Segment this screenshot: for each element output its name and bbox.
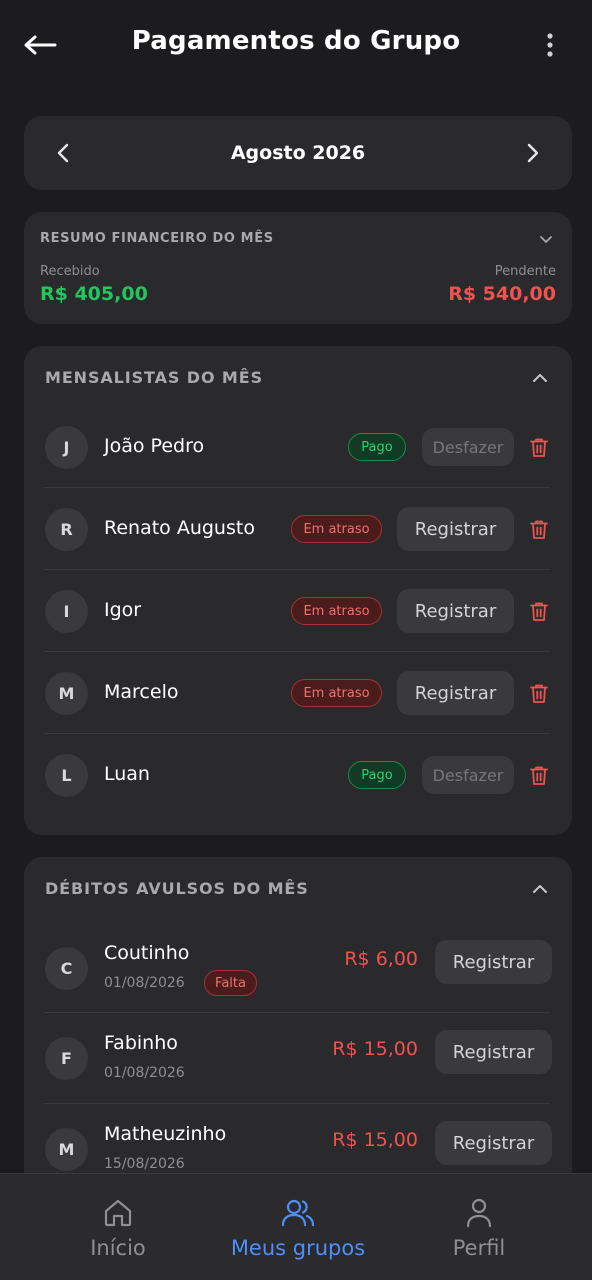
debt-type-badge: Falta: [204, 970, 257, 996]
debt-amount: R$ 15,00: [332, 1038, 418, 1060]
register-payment-button[interactable]: Registrar: [397, 507, 514, 551]
debt-date: 01/08/2026: [104, 975, 185, 991]
trash-icon: [530, 520, 548, 539]
chevron-down-icon: [540, 236, 552, 243]
more-vertical-icon: [547, 33, 553, 57]
member-name: João Pedro: [104, 435, 205, 457]
nav-label: Perfil: [452, 1236, 506, 1260]
financial-summary-card[interactable]: RESUMO FINANCEIRO DO MÊS Recebido R$ 405…: [24, 212, 572, 324]
chevron-up-icon: [533, 374, 547, 382]
member-row: R Renato Augusto Em atraso Registrar: [44, 488, 550, 570]
received-label: Recebido: [40, 264, 100, 279]
avatar: J: [45, 426, 88, 469]
nav-label: Meus grupos: [230, 1236, 366, 1260]
avatar: F: [45, 1037, 88, 1080]
nav-item-home[interactable]: Início: [60, 1174, 176, 1280]
users-icon: [282, 1199, 314, 1227]
trash-icon: [530, 766, 548, 785]
delete-button[interactable]: [528, 763, 550, 787]
member-name: Igor: [104, 599, 142, 621]
undo-button[interactable]: Desfazer: [422, 428, 514, 466]
debt-row: C Coutinho 01/08/2026 Falta R$ 6,00 Regi…: [44, 923, 552, 1013]
nav-item-my-groups[interactable]: Meus grupos: [218, 1174, 378, 1280]
avatar: M: [45, 672, 88, 715]
more-options-button[interactable]: [536, 30, 564, 60]
register-payment-button[interactable]: Registrar: [435, 940, 552, 984]
month-selector: Agosto 2026: [24, 116, 572, 190]
page-title: Pagamentos do Grupo: [131, 26, 461, 56]
next-month-button[interactable]: [518, 138, 548, 168]
delete-button[interactable]: [528, 517, 550, 541]
member-name: Luan: [104, 763, 150, 785]
nav-label: Início: [90, 1236, 146, 1260]
section-collapse-toggle[interactable]: [530, 879, 550, 899]
home-icon: [104, 1199, 132, 1227]
status-badge-late: Em atraso: [291, 679, 382, 707]
trash-icon: [530, 602, 548, 621]
one-off-debts-section: DÉBITOS AVULSOS DO MÊS C Coutinho 01/08/…: [24, 857, 572, 1187]
status-badge-late: Em atraso: [291, 515, 382, 543]
pending-value: R$ 540,00: [448, 283, 556, 305]
status-badge-paid: Pago: [348, 761, 406, 789]
monthly-members-section: MENSALISTAS DO MÊS J João Pedro Pago Des…: [24, 346, 572, 835]
debt-amount: R$ 15,00: [332, 1129, 418, 1151]
member-name: Renato Augusto: [104, 517, 255, 539]
member-row: I Igor Em atraso Registrar: [44, 570, 550, 652]
register-payment-button[interactable]: Registrar: [397, 589, 514, 633]
chevron-up-icon: [533, 885, 547, 893]
month-label: Agosto 2026: [230, 142, 366, 164]
chevron-right-icon: [527, 143, 539, 163]
member-row: M Marcelo Em atraso Registrar: [44, 652, 550, 734]
member-row: J João Pedro Pago Desfazer: [44, 406, 550, 488]
member-name: Marcelo: [104, 681, 179, 703]
delete-button[interactable]: [528, 435, 550, 459]
nav-item-profile[interactable]: Perfil: [430, 1174, 528, 1280]
trash-icon: [530, 684, 548, 703]
summary-title: RESUMO FINANCEIRO DO MÊS: [40, 231, 274, 246]
trash-icon: [530, 438, 548, 457]
pending-label: Pendente: [494, 264, 556, 279]
delete-button[interactable]: [528, 599, 550, 623]
bottom-navigation: Início Meus grupos Perfil: [0, 1173, 592, 1280]
member-row: L Luan Pago Desfazer: [44, 734, 550, 816]
avatar: I: [45, 590, 88, 633]
debt-row: F Fabinho 01/08/2026 R$ 15,00 Registrar: [44, 1013, 552, 1104]
debtor-name: Fabinho: [104, 1032, 178, 1054]
app-screen: Pagamentos do Grupo Agosto 2026 RESUMO F…: [0, 0, 592, 1280]
avatar: L: [45, 754, 88, 797]
debt-date: 15/08/2026: [104, 1156, 185, 1172]
section-title: DÉBITOS AVULSOS DO MÊS: [45, 879, 309, 898]
summary-toggle[interactable]: [536, 230, 556, 250]
debt-date: 01/08/2026: [104, 1065, 185, 1081]
status-badge-late: Em atraso: [291, 597, 382, 625]
section-collapse-toggle[interactable]: [530, 368, 550, 388]
avatar: R: [45, 508, 88, 551]
register-payment-button[interactable]: Registrar: [397, 671, 514, 715]
user-icon: [466, 1198, 492, 1228]
avatar: M: [45, 1128, 88, 1171]
delete-button[interactable]: [528, 681, 550, 705]
debtor-name: Matheuzinho: [104, 1123, 227, 1145]
status-badge-paid: Pago: [348, 433, 406, 461]
debt-amount: R$ 6,00: [344, 948, 418, 970]
register-payment-button[interactable]: Registrar: [435, 1030, 552, 1074]
debtor-name: Coutinho: [104, 942, 190, 964]
avatar: C: [45, 947, 88, 990]
register-payment-button[interactable]: Registrar: [435, 1121, 552, 1165]
header: Pagamentos do Grupo: [0, 0, 592, 92]
undo-button[interactable]: Desfazer: [422, 756, 514, 794]
received-value: R$ 405,00: [40, 283, 148, 305]
section-title: MENSALISTAS DO MÊS: [45, 368, 263, 387]
